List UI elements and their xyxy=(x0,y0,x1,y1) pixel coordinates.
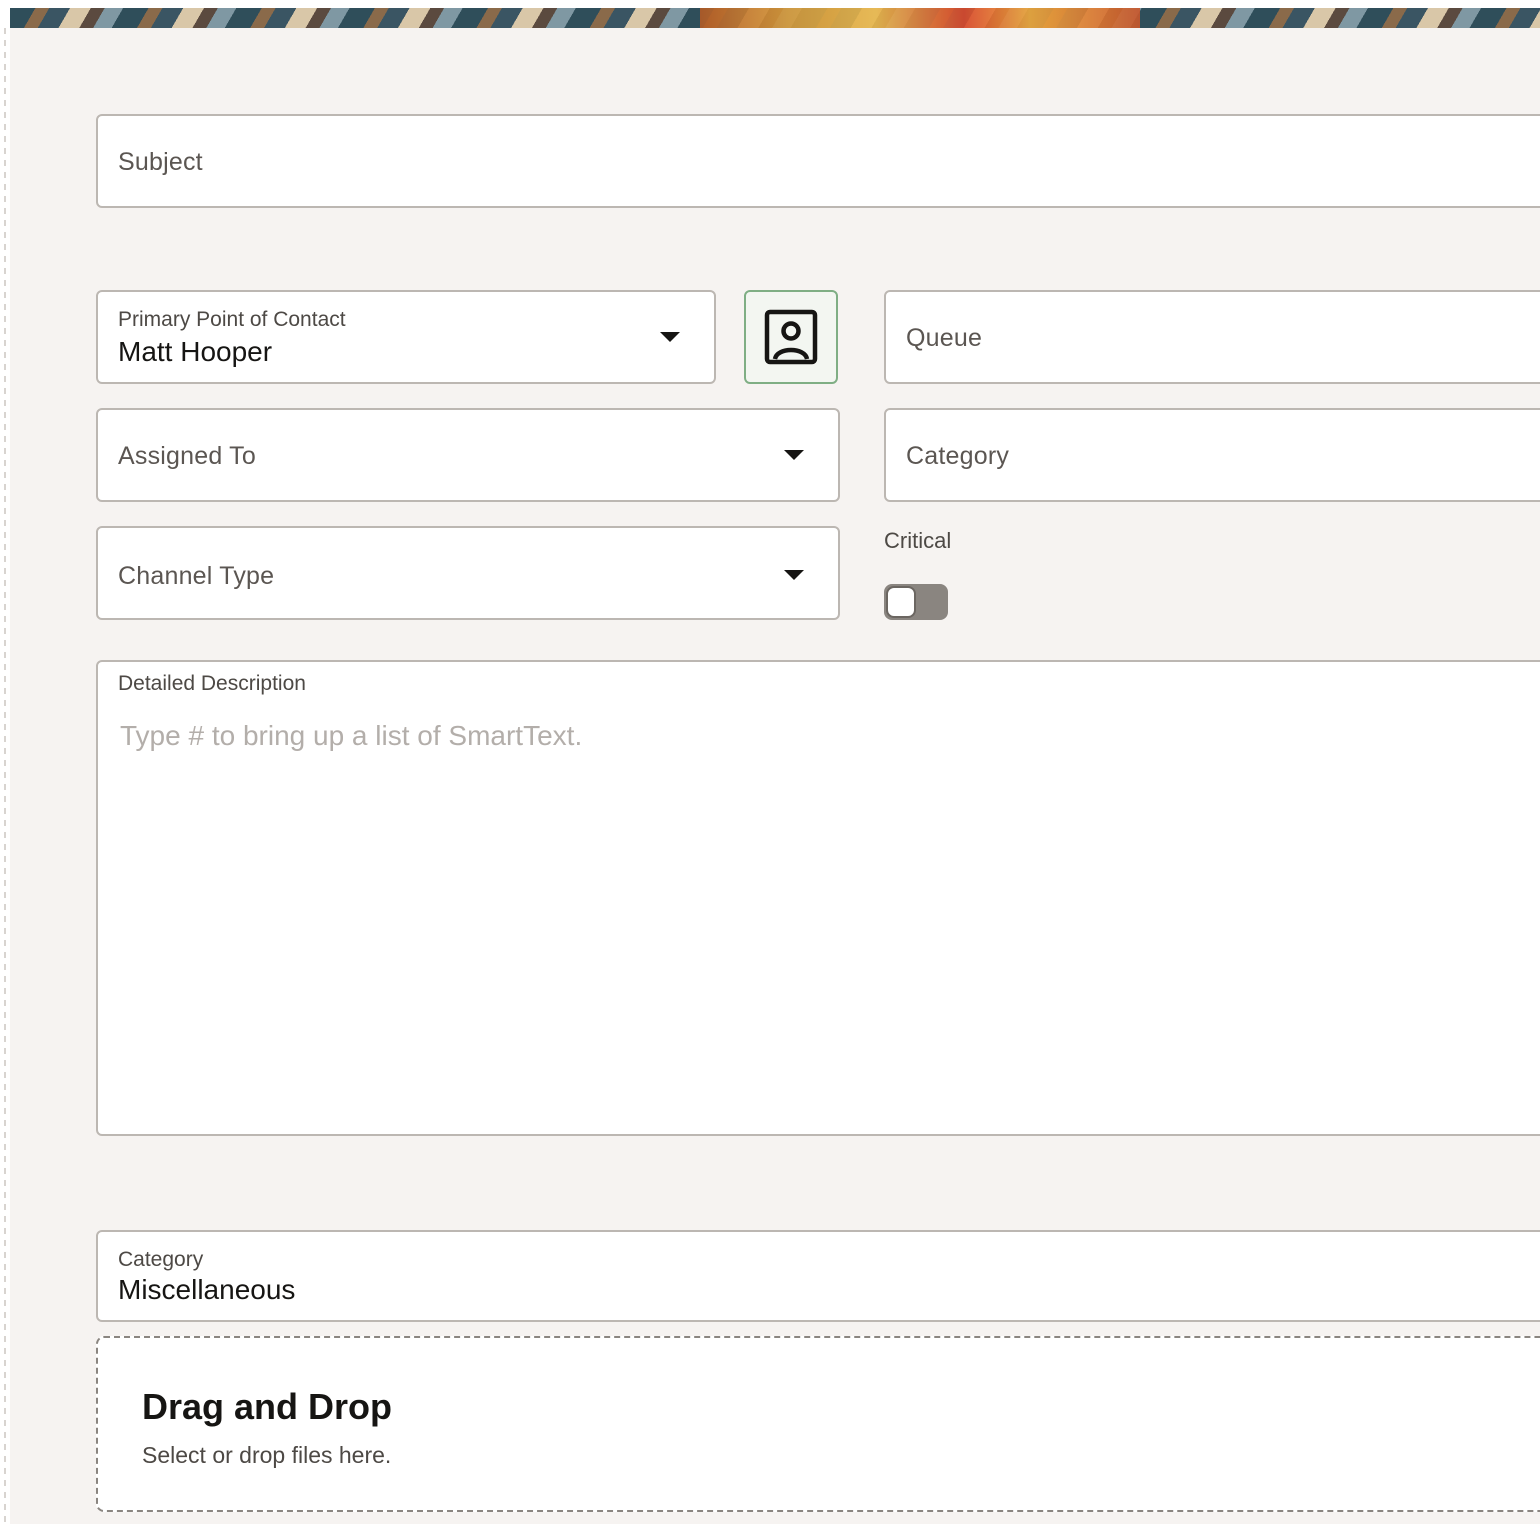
description-label: Detailed Description xyxy=(118,672,306,695)
chevron-down-icon[interactable] xyxy=(660,332,680,342)
category-input[interactable]: Category xyxy=(884,408,1540,502)
category-placeholder: Category xyxy=(906,442,1010,470)
assigned-to-placeholder: Assigned To xyxy=(118,442,256,470)
primary-contact-label: Primary Point of Contact xyxy=(118,308,346,331)
file-dropzone[interactable]: Drag and Drop Select or drop files here. xyxy=(96,1336,1540,1512)
subject-placeholder: Subject xyxy=(118,148,203,176)
primary-contact-value: Matt Hooper xyxy=(118,336,273,367)
queue-placeholder: Queue xyxy=(906,324,983,352)
attachment-category-value: Miscellaneous xyxy=(118,1274,296,1305)
header-banner xyxy=(10,8,1540,28)
critical-label: Critical xyxy=(884,528,952,553)
detailed-description-textarea[interactable]: Detailed Description Type # to bring up … xyxy=(96,660,1540,1136)
subject-input[interactable]: Subject xyxy=(96,114,1540,208)
toggle-knob xyxy=(886,586,916,618)
primary-contact-select[interactable]: Primary Point of Contact Matt Hooper xyxy=(96,290,716,384)
channel-type-select[interactable]: Channel Type xyxy=(96,526,840,620)
queue-input[interactable]: Queue xyxy=(884,290,1540,384)
contact-card-button[interactable] xyxy=(744,290,838,384)
assigned-to-select[interactable]: Assigned To xyxy=(96,408,840,502)
critical-toggle[interactable] xyxy=(884,584,948,620)
chevron-down-icon[interactable] xyxy=(784,450,804,460)
chevron-down-icon[interactable] xyxy=(784,570,804,580)
channel-type-placeholder: Channel Type xyxy=(118,562,275,590)
description-placeholder: Type # to bring up a list of SmartText. xyxy=(120,720,583,751)
dropzone-title: Drag and Drop xyxy=(142,1386,393,1427)
panel-edge xyxy=(4,28,6,1524)
attachment-category-label: Category xyxy=(118,1248,204,1271)
attachment-category-select[interactable]: Category Miscellaneous xyxy=(96,1230,1540,1322)
contact-card-icon xyxy=(764,309,818,365)
dropzone-subtitle: Select or drop files here. xyxy=(142,1442,392,1468)
